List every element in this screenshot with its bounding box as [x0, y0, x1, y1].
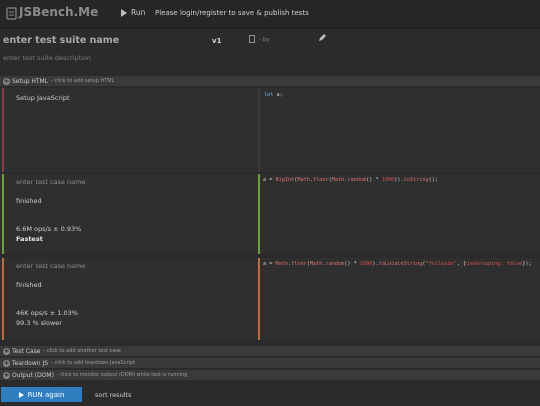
- test-case-1: enter test case name finished 6.6M ops/s…: [0, 174, 540, 254]
- run-button[interactable]: Run: [121, 8, 145, 17]
- section-label: Teardown JS: [12, 359, 49, 367]
- plus-icon: +: [3, 358, 10, 367]
- divider: [258, 174, 260, 254]
- setup-html-hint: - click to add setup HTML: [51, 78, 115, 84]
- plus-icon: +: [3, 76, 10, 85]
- suite-description-input[interactable]: enter test suite description: [3, 54, 91, 62]
- setup-js-block: Setup JavaScript let a;: [0, 88, 540, 172]
- section-label: Output (DOM): [12, 371, 54, 379]
- document-icon: [249, 35, 255, 43]
- run-again-label: RUN again: [27, 390, 65, 399]
- code-keyword: let: [264, 92, 274, 98]
- section-label: Test Case: [12, 347, 41, 355]
- case-name-input[interactable]: enter test case name: [16, 262, 85, 270]
- case-stripe: [2, 174, 4, 254]
- app-logo[interactable]: JSBench.Me: [19, 5, 98, 19]
- case-status: finished: [16, 197, 42, 205]
- setup-html-label: Setup HTML: [12, 77, 49, 85]
- case-name-input[interactable]: enter test case name: [16, 178, 85, 186]
- pencil-icon[interactable]: [318, 33, 327, 42]
- section-hint: - click to add teardown JavaScript: [51, 360, 136, 366]
- play-icon: [18, 391, 24, 398]
- run-label: Run: [131, 8, 146, 17]
- author-label: - by: [259, 37, 270, 43]
- setup-html-bar[interactable]: + Setup HTML - click to add setup HTML: [0, 76, 540, 86]
- version-label: v1: [212, 37, 222, 45]
- case-status: finished: [16, 281, 42, 289]
- add-test-case-bar[interactable]: + Test Case - click to add another test …: [0, 346, 540, 356]
- output-dom-bar[interactable]: + Output (DOM) - click to monitor output…: [0, 370, 540, 380]
- login-notice[interactable]: Please login/register to save & publish …: [155, 9, 309, 17]
- case-code-editor[interactable]: a = BigInt(Math.floor(Math.random() * 10…: [263, 177, 438, 183]
- setup-stripe: [2, 88, 4, 172]
- suite-name-input[interactable]: enter test suite name: [3, 35, 119, 46]
- case-rank: Fastest: [16, 235, 43, 243]
- section-hint: - click to monitor output (DOM) while te…: [56, 372, 188, 378]
- divider: [258, 88, 260, 172]
- case-ops: 6.6M ops/s ± 0.93%: [16, 225, 82, 233]
- setup-js-editor[interactable]: let a;: [264, 92, 283, 98]
- run-again-button[interactable]: RUN again: [1, 387, 82, 402]
- sort-results-button[interactable]: sort results: [95, 391, 131, 399]
- plus-icon: +: [3, 370, 10, 379]
- code-rest: a;: [273, 92, 283, 98]
- case-ops: 46K ops/s ± 1.03%: [16, 309, 78, 317]
- play-icon: [121, 8, 127, 17]
- top-bar: JSBench.Me Run Please login/register to …: [0, 0, 540, 29]
- divider: [258, 258, 260, 340]
- section-hint: - click to add another test case: [43, 348, 121, 354]
- case-code-editor[interactable]: a = Math.floor(Math.random() * 1000).toL…: [263, 261, 532, 267]
- plus-icon: +: [3, 346, 10, 355]
- test-case-2: enter test case name finished 46K ops/s …: [0, 258, 540, 340]
- case-stripe: [2, 258, 4, 340]
- teardown-js-bar[interactable]: + Teardown JS - click to add teardown Ja…: [0, 358, 540, 368]
- logo-icon: [6, 7, 17, 20]
- case-rank: 99.3 % slower: [16, 319, 62, 327]
- setup-js-label: Setup JavaScript: [16, 94, 70, 102]
